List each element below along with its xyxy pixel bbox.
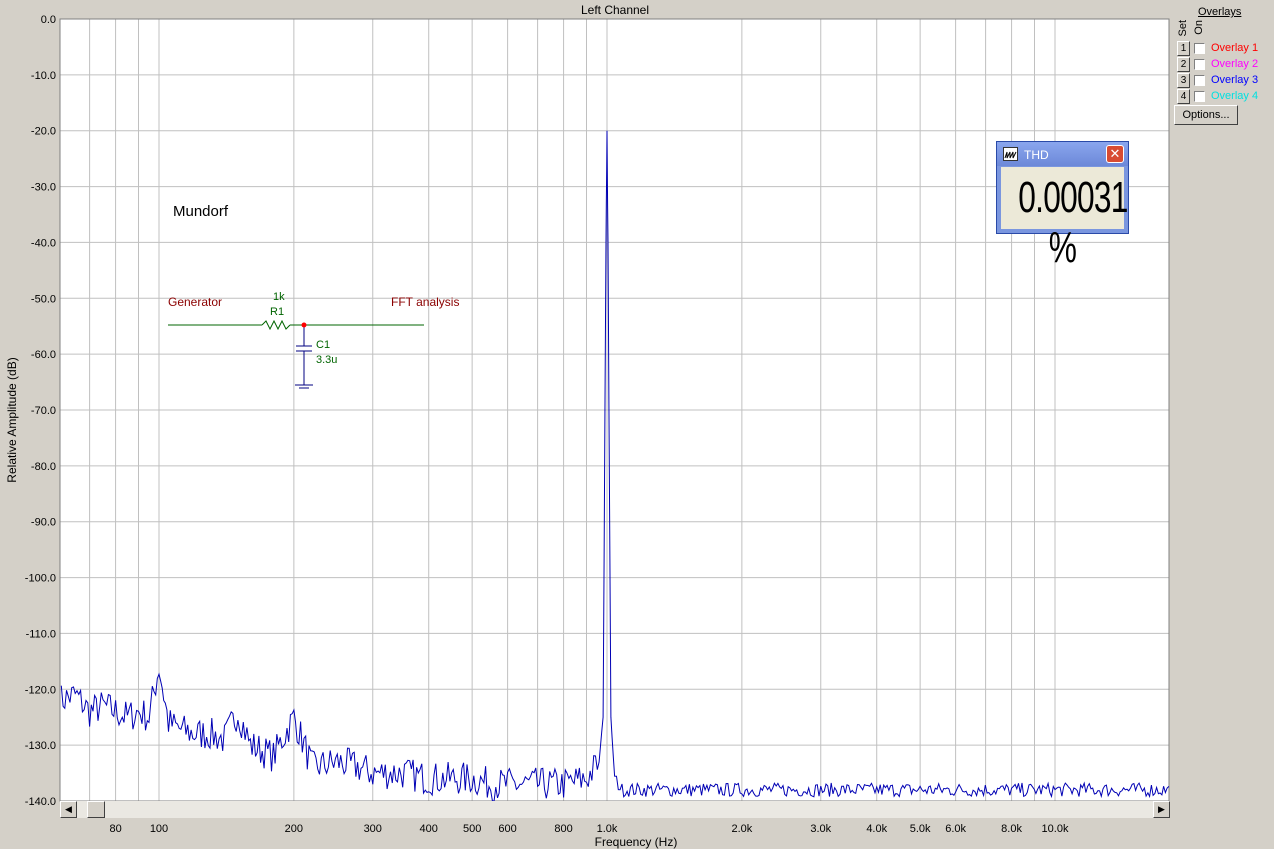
y-tick-label: -70.0 [31, 405, 56, 417]
overlay-set-button-1[interactable]: 1 [1177, 40, 1190, 56]
capacitor-name-label: C1 [316, 339, 330, 351]
y-tick-label: -40.0 [31, 237, 56, 249]
scroll-thumb[interactable] [87, 801, 105, 818]
overlay-row-4: 4 Overlay 4 [1177, 88, 1259, 104]
set-column-label: Set [1177, 20, 1189, 37]
options-button[interactable]: Options... [1174, 105, 1238, 125]
y-tick-label: -80.0 [31, 461, 56, 473]
scroll-right-icon[interactable]: ▶ [1153, 801, 1170, 818]
x-tick-label: 800 [554, 823, 572, 835]
y-tick-label: -140.0 [25, 796, 56, 808]
overlays-header: Overlays [1198, 6, 1242, 18]
y-tick-label: -100.0 [25, 573, 56, 585]
x-tick-label: 6.0k [945, 823, 966, 835]
y-tick-label: -110.0 [26, 628, 56, 640]
overlay-label-3: Overlay 3 [1211, 74, 1259, 86]
overlay-label-1: Overlay 1 [1211, 42, 1259, 54]
overlay-checkbox-4[interactable] [1194, 90, 1205, 102]
device-name-label: Mundorf [173, 203, 229, 220]
y-tick-label: -90.0 [31, 517, 56, 529]
thd-title-bar[interactable]: THD ✕ [997, 142, 1128, 166]
x-tick-label: 300 [364, 823, 382, 835]
waveform-icon [1003, 147, 1018, 161]
y-tick-label: -30.0 [31, 182, 56, 194]
x-axis-label: Frequency (Hz) [595, 835, 678, 849]
x-tick-label: 1.0k [597, 823, 618, 835]
y-tick-label: -20.0 [31, 126, 56, 138]
thd-title: THD [1024, 148, 1049, 162]
overlay-label-4: Overlay 4 [1211, 90, 1259, 102]
x-tick-label: 80 [109, 823, 121, 835]
x-tick-label: 500 [463, 823, 481, 835]
thd-value: 0.00031 % [1018, 173, 1128, 272]
overlay-label-2: Overlay 2 [1211, 58, 1259, 70]
resistor-value-label: 1k [273, 291, 285, 303]
resistor-name-label: R1 [270, 306, 284, 318]
y-tick-label: -50.0 [31, 293, 56, 305]
fft-analysis-label: FFT analysis [391, 295, 459, 309]
x-tick-label: 10.0k [1042, 823, 1069, 835]
y-tick-label: -130.0 [25, 740, 56, 752]
horizontal-scrollbar[interactable] [60, 801, 1169, 818]
chart-title: Left Channel [581, 3, 649, 17]
spectrum-chart: 0.0 -10.0 -20.0 -30.0 -40.0 -50.0 -60.0 -70.0 -8… [5, 3, 1170, 849]
thd-readout: 0.00031 % [1001, 167, 1128, 272]
x-tick-label: 3.0k [810, 823, 831, 835]
capacitor-value-label: 3.3u [316, 354, 337, 366]
x-tick-label: 4.0k [866, 823, 887, 835]
x-tick-label: 100 [150, 823, 168, 835]
junction-dot [301, 322, 307, 328]
scroll-left-icon[interactable]: ◀ [60, 801, 77, 818]
overlay-checkbox-1[interactable] [1194, 42, 1205, 54]
y-tick-label: -10.0 [31, 70, 56, 82]
overlay-set-button-2[interactable]: 2 [1177, 56, 1190, 72]
overlay-set-button-4[interactable]: 4 [1177, 88, 1190, 104]
x-tick-label: 400 [420, 823, 438, 835]
y-tick-label: 0.0 [41, 14, 56, 26]
overlay-row-3: 3 Overlay 3 [1177, 72, 1259, 88]
x-tick-label: 600 [498, 823, 516, 835]
y-tick-label: -60.0 [31, 349, 56, 361]
x-tick-label: 2.0k [731, 823, 752, 835]
y-tick-label: -120.0 [25, 684, 56, 696]
x-tick-label: 8.0k [1001, 823, 1022, 835]
y-axis-label: Relative Amplitude (dB) [5, 357, 19, 482]
overlay-row-2: 2 Overlay 2 [1177, 56, 1259, 72]
thd-window[interactable]: THD ✕ 0.00031 % [996, 141, 1129, 272]
overlay-checkbox-2[interactable] [1194, 58, 1205, 70]
on-column-label: On [1193, 20, 1205, 35]
overlay-set-button-3[interactable]: 3 [1177, 72, 1190, 88]
overlay-checkbox-3[interactable] [1194, 74, 1205, 86]
x-tick-label: 5.0k [910, 823, 931, 835]
overlay-row-1: 1 Overlay 1 [1177, 40, 1259, 56]
generator-label: Generator [168, 295, 222, 309]
close-icon[interactable]: ✕ [1106, 145, 1124, 163]
x-tick-label: 200 [285, 823, 303, 835]
